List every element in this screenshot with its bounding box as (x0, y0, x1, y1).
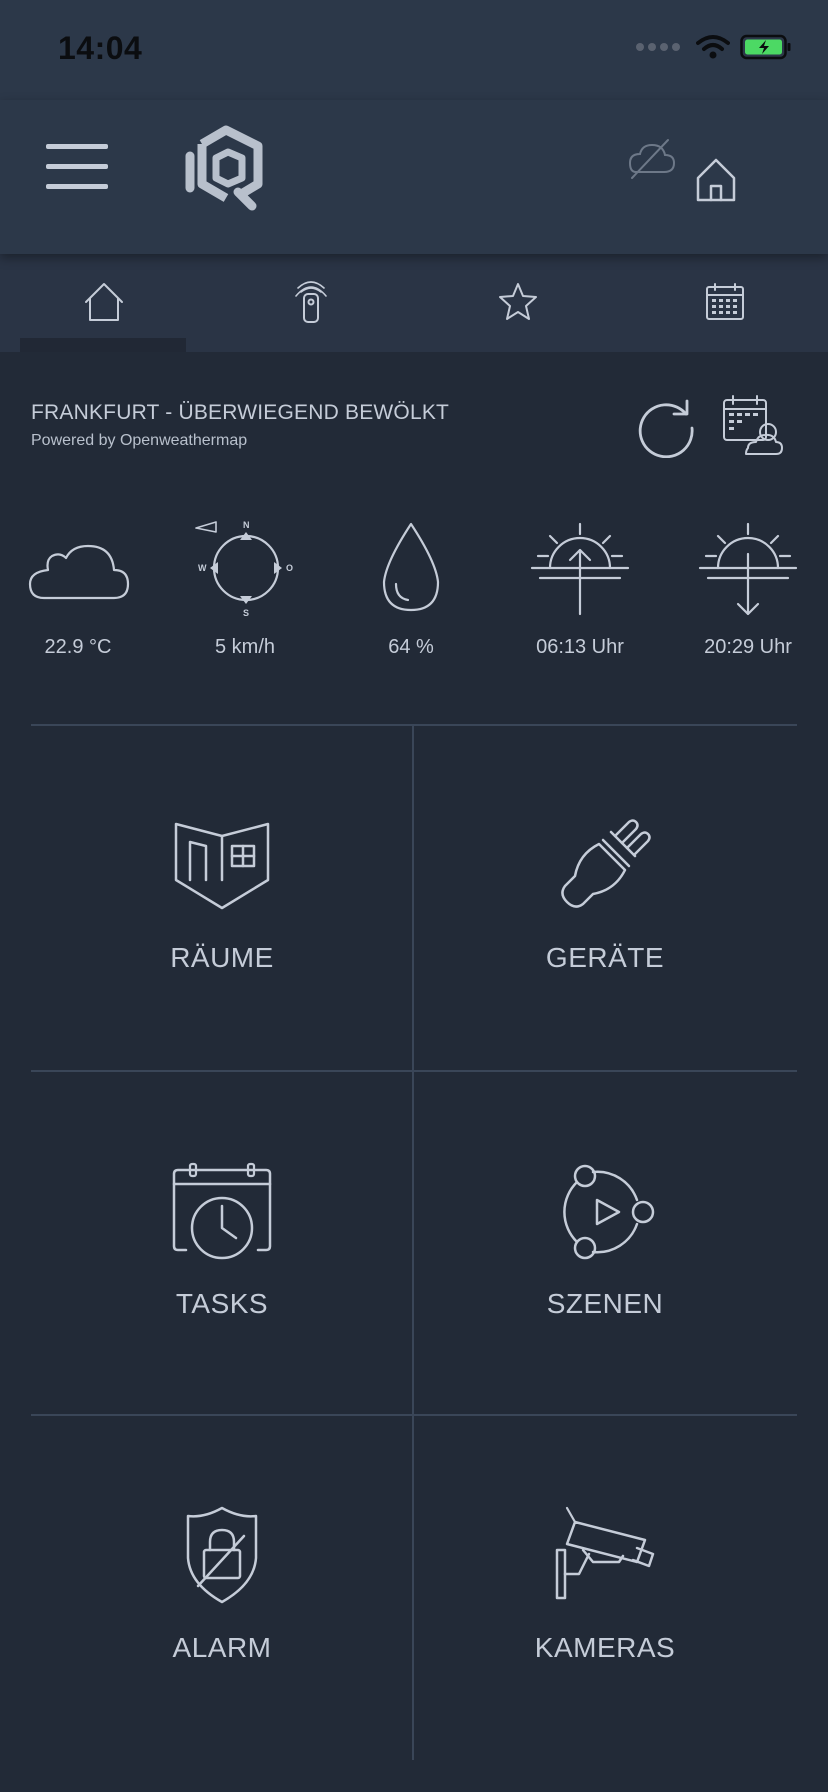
tile-alarm-label: ALARM (172, 1632, 272, 1663)
compass-o: O (286, 563, 293, 573)
tile-rooms-label: RÄUME (170, 942, 274, 973)
humidity-value: 64 % (388, 636, 434, 658)
wind-value: 5 km/h (214, 636, 276, 658)
hamburger-line (46, 164, 108, 169)
menu-button[interactable] (46, 140, 110, 196)
scenes-play-icon (563, 1164, 655, 1260)
plug-icon (561, 819, 651, 908)
tile-rooms[interactable]: RÄUME (31, 726, 413, 1070)
tab-home[interactable] (0, 254, 207, 352)
wifi-icon (696, 35, 730, 59)
status-bar: 14:04 (0, 0, 828, 100)
tile-tasks[interactable]: TASKS (31, 1072, 413, 1416)
hamburger-menu-icon (46, 144, 108, 149)
status-time: 14:04 (58, 30, 143, 66)
sunrise-icon (530, 522, 630, 616)
tile-devices-label: GERÄTE (545, 942, 665, 973)
active-tab-indicator (20, 338, 186, 352)
tile-scenes-label: SZENEN (546, 1288, 664, 1319)
weather-powered-by: Powered by Openweathermap (31, 432, 248, 449)
calendar-icon (705, 283, 744, 320)
app-header (0, 100, 828, 254)
tab-remote[interactable] (207, 254, 414, 352)
refresh-icon[interactable] (634, 394, 698, 458)
tab-bar (0, 254, 828, 352)
tab-favorites[interactable] (414, 254, 621, 352)
cloud-off-icon (628, 139, 676, 179)
tab-calendar[interactable] (621, 254, 828, 352)
sunset-value: 20:29 Uhr (704, 636, 792, 658)
weather-city: FRANKFURT - ÜBERWIEGEND BEWÖLKT (31, 401, 450, 424)
calendar-clock-icon (172, 1162, 272, 1260)
tile-alarm[interactable]: ALARM (31, 1416, 413, 1760)
compass-s: S (243, 608, 249, 618)
compass-n: N (243, 520, 250, 530)
rooms-icon (174, 822, 270, 910)
home-icon (84, 283, 123, 321)
iq-logo (185, 125, 263, 211)
status-icons (636, 34, 792, 60)
security-camera-icon (555, 1506, 655, 1600)
shield-lock-icon (186, 1506, 258, 1604)
tile-tasks-label: TASKS (175, 1288, 269, 1319)
tile-cameras[interactable]: KAMERAS (414, 1416, 796, 1760)
humidity-drop-icon (382, 522, 440, 612)
sunset-icon (698, 522, 798, 616)
remote-control-icon (294, 281, 327, 323)
battery-charging-icon (740, 34, 791, 60)
tile-scenes[interactable]: SZENEN (414, 1072, 796, 1416)
star-icon (498, 283, 537, 320)
cloud-icon (28, 544, 130, 600)
tile-cameras-label: KAMERAS (534, 1632, 676, 1663)
cellular-signal-icon (636, 43, 680, 51)
hamburger-line (46, 184, 108, 189)
tile-devices[interactable]: GERÄTE (414, 726, 796, 1070)
home-icon[interactable] (694, 156, 738, 204)
weather-forecast-icon[interactable] (720, 394, 784, 458)
wind-compass-icon: N S W O (195, 520, 293, 618)
sunrise-value: 06:13 Uhr (536, 636, 624, 658)
compass-w: W (198, 563, 207, 573)
temperature-value: 22.9 °C (44, 636, 112, 658)
